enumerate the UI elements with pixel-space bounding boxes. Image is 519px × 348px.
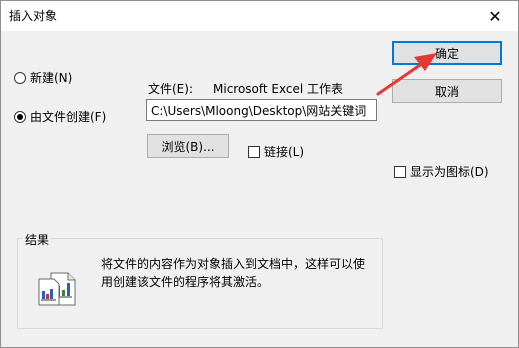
dialog-title: 插入对象: [9, 9, 58, 23]
document-icon-front: [38, 278, 60, 306]
radio-create-new[interactable]: 新建(N): [14, 69, 72, 86]
insert-object-dialog: 插入对象 ✕ 新建(N) 由文件创建(F) 文件(E): Microsoft E…: [0, 0, 519, 348]
result-group-label: 结果: [23, 231, 52, 248]
radio-from-file-circle[interactable]: [14, 110, 26, 123]
file-type-text: Microsoft Excel 工作表: [213, 82, 344, 96]
radio-new-circle[interactable]: [14, 71, 26, 84]
cancel-button[interactable]: 取消: [392, 79, 502, 103]
link-checkbox-label: 链接(L): [264, 145, 305, 159]
title-bar: 插入对象 ✕: [1, 1, 518, 31]
link-checkbox-box[interactable]: [248, 145, 260, 158]
result-description: 将文件的内容作为对象插入到文档中，这样可以使用创建该文件的程序将其激活。: [101, 257, 366, 289]
ok-button[interactable]: 确定: [392, 41, 502, 65]
close-icon[interactable]: ✕: [472, 1, 518, 31]
display-as-icon-checkbox[interactable]: 显示为图标(D): [394, 163, 489, 180]
file-path-input[interactable]: C:\Users\Mloong\Desktop\网站关键词: [146, 99, 377, 121]
insert-file-result-icon: [38, 272, 76, 306]
file-label: 文件(E):: [148, 82, 193, 96]
link-checkbox[interactable]: 链接(L): [248, 143, 304, 160]
radio-create-from-file[interactable]: 由文件创建(F): [14, 108, 106, 125]
display-as-icon-label: 显示为图标(D): [410, 165, 489, 179]
radio-create-from-file-label: 由文件创建(F): [30, 110, 107, 124]
radio-selected-dot: [17, 113, 23, 120]
browse-button[interactable]: 浏览(B)...: [147, 134, 229, 158]
display-as-icon-box[interactable]: [394, 165, 406, 178]
radio-create-new-label: 新建(N): [30, 71, 73, 85]
